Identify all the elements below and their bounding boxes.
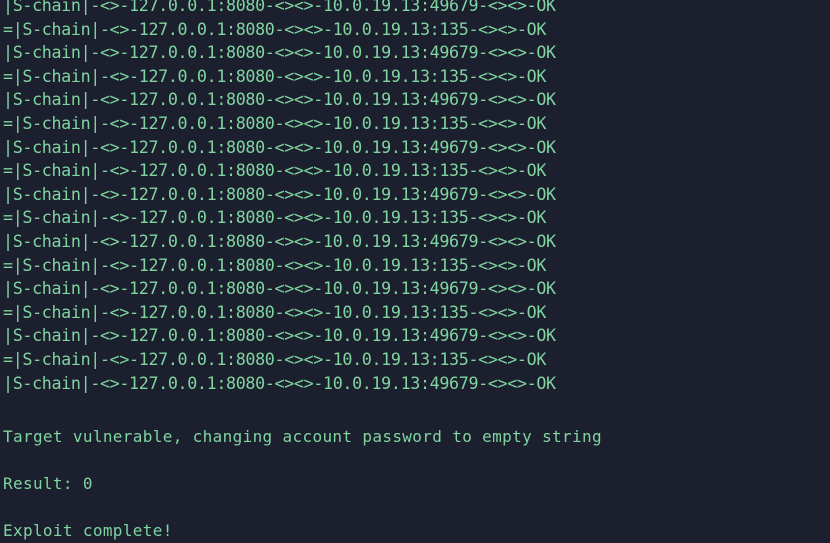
exploit-output: Target vulnerable, changing account pass… bbox=[3, 425, 602, 543]
target-vulnerable-message: Target vulnerable, changing account pass… bbox=[3, 427, 602, 446]
proxy-line: |S-chain|-<>-127.0.0.1:8080-<><>-10.0.19… bbox=[3, 183, 556, 204]
exploit-complete-message: Exploit complete! bbox=[3, 521, 173, 540]
terminal-window[interactable]: |S-chain|-<>-127.0.0.1:8080-<><>-10.0.19… bbox=[0, 0, 830, 542]
proxy-line: =|S-chain|-<>-127.0.0.1:8080-<><>-10.0.1… bbox=[3, 207, 547, 228]
proxy-line: =|S-chain|-<>-127.0.0.1:8080-<><>-10.0.1… bbox=[3, 65, 547, 86]
result-message: Result: 0 bbox=[3, 474, 93, 493]
proxy-line: |S-chain|-<>-127.0.0.1:8080-<><>-10.0.19… bbox=[3, 42, 556, 63]
proxy-line: |S-chain|-<>-127.0.0.1:8080-<><>-10.0.19… bbox=[3, 325, 556, 346]
proxy-line: |S-chain|-<>-127.0.0.1:8080-<><>-10.0.19… bbox=[3, 0, 556, 15]
proxy-line: |S-chain|-<>-127.0.0.1:8080-<><>-10.0.19… bbox=[3, 230, 556, 251]
proxy-line: |S-chain|-<>-127.0.0.1:8080-<><>-10.0.19… bbox=[3, 278, 556, 299]
proxy-line: |S-chain|-<>-127.0.0.1:8080-<><>-10.0.19… bbox=[3, 372, 556, 393]
proxy-line: =|S-chain|-<>-127.0.0.1:8080-<><>-10.0.1… bbox=[3, 348, 547, 369]
proxy-line: =|S-chain|-<>-127.0.0.1:8080-<><>-10.0.1… bbox=[3, 301, 547, 322]
proxy-line: =|S-chain|-<>-127.0.0.1:8080-<><>-10.0.1… bbox=[3, 112, 547, 133]
proxy-line: =|S-chain|-<>-127.0.0.1:8080-<><>-10.0.1… bbox=[3, 160, 547, 181]
proxy-line: |S-chain|-<>-127.0.0.1:8080-<><>-10.0.19… bbox=[3, 89, 556, 110]
proxy-line: =|S-chain|-<>-127.0.0.1:8080-<><>-10.0.1… bbox=[3, 254, 547, 275]
proxy-line: =|S-chain|-<>-127.0.0.1:8080-<><>-10.0.1… bbox=[3, 18, 547, 39]
proxy-line: |S-chain|-<>-127.0.0.1:8080-<><>-10.0.19… bbox=[3, 136, 556, 157]
proxychain-output: |S-chain|-<>-127.0.0.1:8080-<><>-10.0.19… bbox=[3, 0, 556, 395]
